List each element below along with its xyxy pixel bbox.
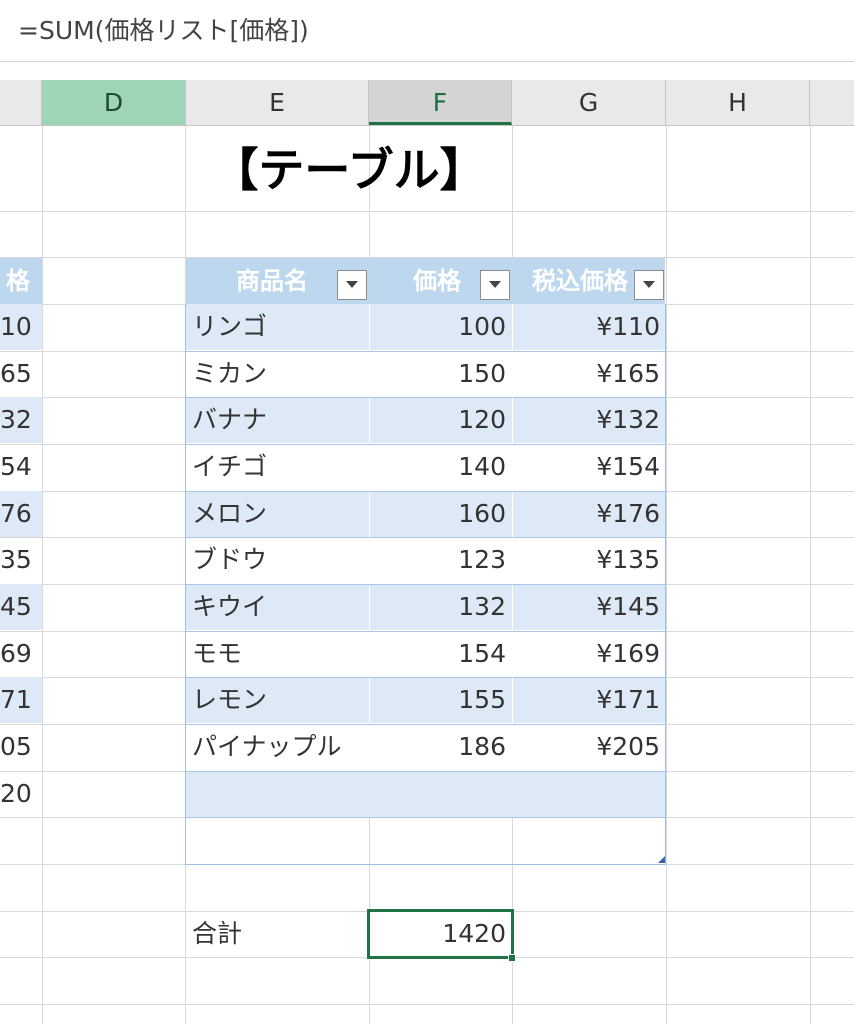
column-header-c[interactable] xyxy=(0,80,42,125)
sheet-title[interactable]: 【テーブル】 xyxy=(186,130,512,210)
offscreen-cell[interactable]: 76 xyxy=(0,491,42,537)
column-header-i[interactable] xyxy=(810,80,854,125)
product-name-cell[interactable]: イチゴ xyxy=(186,444,369,490)
price-cell[interactable]: 155 xyxy=(369,677,512,723)
offscreen-cell[interactable]: 54 xyxy=(0,444,42,490)
product-name-cell[interactable]: レモン xyxy=(186,677,369,723)
total-label[interactable]: 合計 xyxy=(186,911,369,957)
product-name-cell[interactable]: メロン xyxy=(186,491,369,537)
product-name-cell[interactable]: キウイ xyxy=(186,584,369,630)
offscreen-cell[interactable]: 05 xyxy=(0,724,42,770)
offscreen-cell[interactable]: 35 xyxy=(0,537,42,583)
product-name-cell[interactable]: リンゴ xyxy=(186,304,369,350)
price-cell[interactable]: 154 xyxy=(369,631,512,677)
tax-price-cell[interactable]: ¥165 xyxy=(512,351,666,397)
column-header-e[interactable]: E xyxy=(186,80,369,125)
price-cell[interactable]: 132 xyxy=(369,584,512,630)
product-name-cell[interactable]: モモ xyxy=(186,631,369,677)
table-header-name[interactable]: 商品名 xyxy=(236,258,308,304)
price-filter-button[interactable] xyxy=(480,270,510,300)
dropdown-arrow-icon xyxy=(346,281,358,288)
column-header-h[interactable]: H xyxy=(666,80,810,125)
tax-price-cell[interactable]: ¥176 xyxy=(512,491,666,537)
table-resize-handle-icon[interactable] xyxy=(658,856,665,863)
tax-price-filter-button[interactable] xyxy=(634,270,664,300)
product-name-cell[interactable]: パイナップル xyxy=(186,724,369,770)
tax-price-cell[interactable]: ¥154 xyxy=(512,444,666,490)
table-header-tax-price[interactable]: 税込価格 xyxy=(532,258,634,304)
formula-bar[interactable]: =SUM(価格リスト[価格]) xyxy=(0,0,854,62)
fill-handle[interactable] xyxy=(508,954,516,962)
tax-price-cell[interactable]: ¥145 xyxy=(512,584,666,630)
table-header-price[interactable]: 価格 xyxy=(413,258,461,304)
offscreen-cell[interactable]: 65 xyxy=(0,351,42,397)
tax-price-cell[interactable]: ¥132 xyxy=(512,397,666,443)
tax-price-cell[interactable]: ¥171 xyxy=(512,677,666,723)
product-name-cell[interactable]: ミカン xyxy=(186,351,369,397)
offscreen-cell[interactable]: 45 xyxy=(0,584,42,630)
product-name-cell[interactable]: ブドウ xyxy=(186,537,369,583)
column-header-d[interactable]: D xyxy=(42,80,186,125)
offscreen-cell[interactable]: 71 xyxy=(0,677,42,723)
price-cell[interactable]: 140 xyxy=(369,444,512,490)
tax-price-cell[interactable]: ¥135 xyxy=(512,537,666,583)
formula-text[interactable]: =SUM(価格リスト[価格]) xyxy=(18,14,309,48)
offscreen-cell[interactable]: 10 xyxy=(0,304,42,350)
dropdown-arrow-icon xyxy=(643,281,655,288)
offscreen-cell[interactable]: 32 xyxy=(0,397,42,443)
product-name-cell[interactable]: バナナ xyxy=(186,397,369,443)
column-header-row: D E F G H xyxy=(0,80,854,126)
offscreen-cell[interactable]: 69 xyxy=(0,631,42,677)
tax-price-cell[interactable]: ¥110 xyxy=(512,304,666,350)
price-cell[interactable]: 186 xyxy=(369,724,512,770)
offscreen-cell[interactable]: 20 xyxy=(0,771,42,817)
price-cell[interactable]: 123 xyxy=(369,537,512,583)
offscreen-header-cell[interactable]: 格 xyxy=(0,258,42,304)
column-header-f[interactable]: F xyxy=(369,80,512,125)
total-value[interactable]: 1420 xyxy=(369,911,512,957)
price-cell[interactable]: 120 xyxy=(369,397,512,443)
tax-price-cell[interactable]: ¥205 xyxy=(512,724,666,770)
tax-price-cell[interactable]: ¥169 xyxy=(512,631,666,677)
dropdown-arrow-icon xyxy=(489,281,501,288)
price-cell[interactable]: 160 xyxy=(369,491,512,537)
price-cell[interactable]: 100 xyxy=(369,304,512,350)
price-cell[interactable]: 150 xyxy=(369,351,512,397)
column-header-g[interactable]: G xyxy=(512,80,666,125)
name-filter-button[interactable] xyxy=(337,270,367,300)
